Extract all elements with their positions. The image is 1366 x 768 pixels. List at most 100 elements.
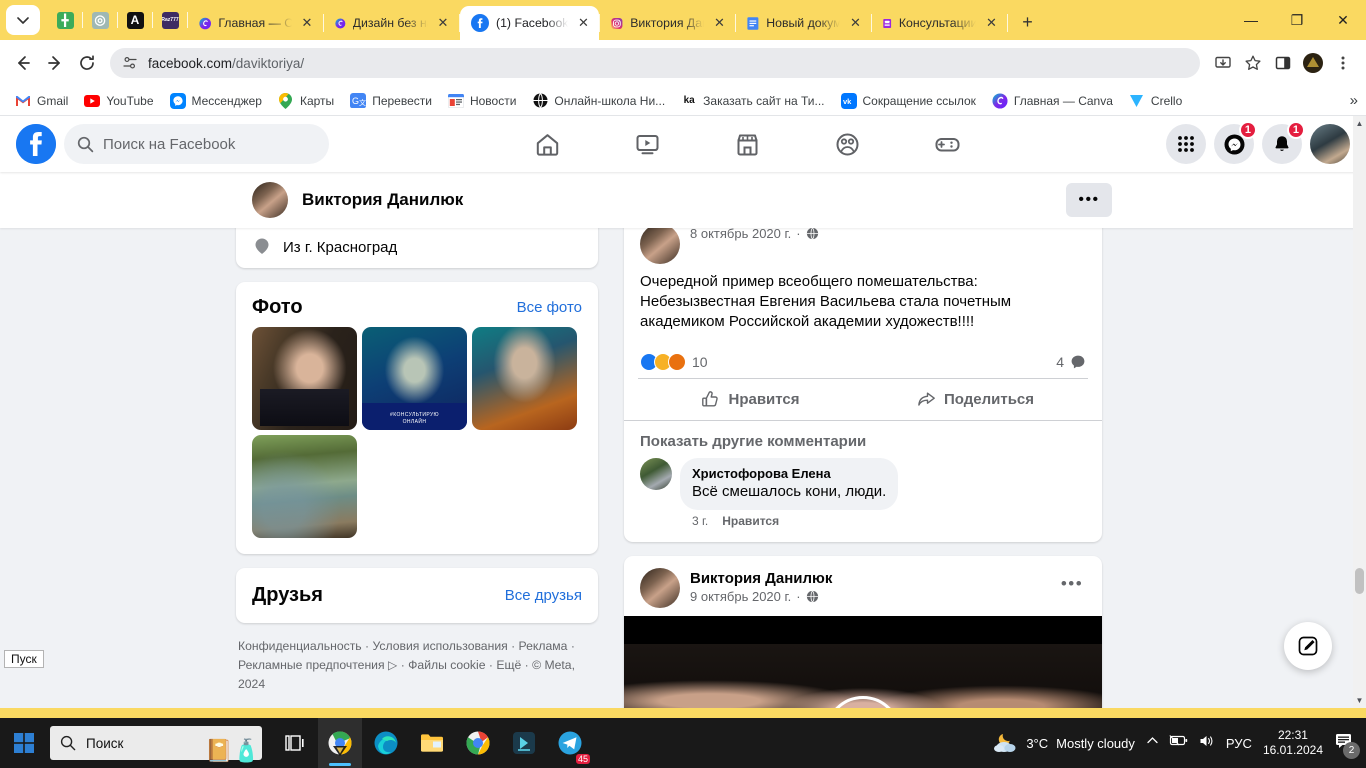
volume-icon[interactable] <box>1199 734 1215 753</box>
share-button[interactable]: Поделиться <box>863 383 1088 417</box>
tab-close-icon[interactable]: ✕ <box>575 15 591 31</box>
bookmark-maps[interactable]: Карты <box>271 90 341 112</box>
post-author-name[interactable]: Виктория Данилюк <box>690 569 832 588</box>
account-avatar[interactable] <box>1310 124 1350 164</box>
task-view-icon[interactable] <box>272 718 316 768</box>
show-hidden-icons-chevron-icon[interactable] <box>1146 734 1159 752</box>
photo-thumbnail[interactable]: #КОНСУЛЬТИРУЮ ОНЛАЙН <box>362 327 467 430</box>
install-app-icon[interactable] <box>1208 48 1238 78</box>
show-more-comments-button[interactable]: Показать другие комментарии <box>640 427 1086 458</box>
maximize-button[interactable]: ❐ <box>1274 0 1320 40</box>
bookmark-canva[interactable]: Главная — Canva <box>985 90 1120 112</box>
bookmark-star-icon[interactable] <box>1238 48 1268 78</box>
scrollbar-thumb[interactable] <box>1355 568 1364 594</box>
all-photos-link[interactable]: Все фото <box>517 299 582 316</box>
tab-google-slides[interactable]: Консультации психолога ✕ <box>872 6 1007 40</box>
clock[interactable]: 22:31 16.01.2024 <box>1263 728 1323 758</box>
taskbar-search-box[interactable]: Поиск 📔🧴 <box>50 726 262 762</box>
close-window-button[interactable]: ✕ <box>1320 0 1366 40</box>
tab-instagram[interactable]: Виктория Данилюк ✕ <box>600 6 735 40</box>
bookmark-online-school[interactable]: Онлайн-школа Ни... <box>525 90 672 112</box>
all-friends-link[interactable]: Все друзья <box>505 587 582 604</box>
profile-avatar-icon[interactable] <box>1298 48 1328 78</box>
profile-more-button[interactable]: ••• <box>1066 183 1112 217</box>
tab-close-icon[interactable]: ✕ <box>711 15 727 31</box>
chrome-menu-icon[interactable] <box>1328 48 1358 78</box>
minimize-button[interactable]: — <box>1228 0 1274 40</box>
bookmark-crello[interactable]: Crello <box>1122 90 1189 112</box>
adobe-premiere-icon[interactable] <box>502 718 546 768</box>
bookmark-gmail[interactable]: Gmail <box>8 90 75 112</box>
battery-icon[interactable] <box>1169 734 1189 752</box>
tab-canva-home[interactable]: Главная — Canva ✕ <box>188 6 323 40</box>
tab-search-button[interactable] <box>6 5 40 35</box>
scroll-up-button[interactable]: ▲ <box>1353 116 1366 131</box>
pinned-tab-purple[interactable]: Raz777 <box>153 3 187 37</box>
bookmarks-overflow-button[interactable]: » <box>1350 92 1358 109</box>
side-panel-icon[interactable] <box>1268 48 1298 78</box>
tab-canva-design[interactable]: Дизайн без названия ✕ <box>324 6 459 40</box>
photo-thumbnail[interactable] <box>252 435 357 538</box>
notification-center-button[interactable]: 2 <box>1334 732 1360 759</box>
bookmark-news[interactable]: Новости <box>441 90 523 112</box>
post-timestamp[interactable]: 8 октябрь 2020 г. · <box>690 228 819 242</box>
bookmark-translate[interactable]: G 文 Перевести <box>343 90 439 112</box>
page-scrollbar[interactable]: ▲ ▼ <box>1353 116 1366 708</box>
forward-button[interactable] <box>40 48 70 78</box>
photo-thumbnail[interactable] <box>472 327 577 430</box>
photo-thumbnail[interactable] <box>252 327 357 430</box>
address-bar[interactable]: facebook.com/daviktoriya/ <box>110 48 1200 78</box>
post-author-avatar[interactable] <box>640 568 680 608</box>
tray-icons[interactable] <box>1146 734 1215 753</box>
back-button[interactable] <box>8 48 38 78</box>
site-settings-icon[interactable] <box>122 55 138 71</box>
nav-home-button[interactable] <box>525 121 571 167</box>
tab-close-icon[interactable]: ✕ <box>847 15 863 31</box>
comment-author-name[interactable]: Христофорова Елена <box>692 465 886 482</box>
new-tab-button[interactable]: + <box>1014 9 1040 35</box>
tab-google-docs[interactable]: Новый документ ✕ <box>736 6 871 40</box>
scroll-down-button[interactable]: ▼ <box>1353 693 1366 708</box>
pinned-tab-adobe[interactable]: A <box>118 3 152 37</box>
post-author-avatar[interactable] <box>640 228 680 264</box>
nav-groups-button[interactable] <box>825 121 871 167</box>
post-timestamp[interactable]: 9 октябрь 2020 г. · <box>690 588 832 605</box>
start-button[interactable] <box>0 718 48 768</box>
post-video-thumbnail[interactable] <box>624 616 1102 708</box>
bookmark-tilda[interactable]: ka Заказать сайт на Ти... <box>674 90 831 112</box>
bookmark-vk-shortener[interactable]: vk Сокращение ссылок <box>834 90 983 112</box>
facebook-logo-icon[interactable] <box>16 124 56 164</box>
profile-avatar[interactable] <box>252 182 288 218</box>
tab-close-icon[interactable]: ✕ <box>983 15 999 31</box>
tab-facebook[interactable]: (1) Facebook ✕ <box>460 6 600 40</box>
pinned-tab-unisender[interactable]: ╋ <box>48 3 82 37</box>
nav-marketplace-button[interactable] <box>725 121 771 167</box>
comment-author-avatar[interactable] <box>640 458 672 490</box>
notifications-button[interactable]: 1 <box>1262 121 1305 164</box>
footer-links[interactable]: Конфиденциальность · Условия использован… <box>236 623 592 694</box>
menu-grid-button[interactable] <box>1166 124 1206 164</box>
bookmark-messenger[interactable]: Мессенджер <box>163 90 269 112</box>
pinned-tab-openai[interactable]: ◎ <box>83 3 117 37</box>
compose-message-button[interactable] <box>1284 622 1332 670</box>
reload-button[interactable] <box>72 48 102 78</box>
comments-count-button[interactable]: 4 <box>1056 354 1086 370</box>
file-explorer-icon[interactable] <box>410 718 454 768</box>
like-button[interactable]: Нравится <box>638 383 863 417</box>
chrome-yandex-icon[interactable] <box>318 718 362 768</box>
language-indicator[interactable]: РУС <box>1226 736 1252 751</box>
facebook-search-input[interactable]: Поиск на Facebook <box>64 124 329 164</box>
telegram-icon[interactable]: 45 <box>548 718 592 768</box>
nav-video-button[interactable] <box>625 121 671 167</box>
nav-gaming-button[interactable] <box>925 121 971 167</box>
bookmark-youtube[interactable]: YouTube <box>77 90 160 112</box>
reactions-summary[interactable]: 10 <box>640 353 708 371</box>
edge-icon[interactable] <box>364 718 408 768</box>
chrome-icon[interactable] <box>456 718 500 768</box>
messenger-button[interactable]: 1 <box>1214 121 1257 164</box>
tab-close-icon[interactable]: ✕ <box>299 15 315 31</box>
post-more-options-button[interactable]: ••• <box>1056 568 1088 600</box>
tab-close-icon[interactable]: ✕ <box>435 15 451 31</box>
weather-widget[interactable]: 3°C Mostly cloudy <box>992 732 1135 754</box>
comment-like-button[interactable]: Нравится <box>722 514 779 528</box>
